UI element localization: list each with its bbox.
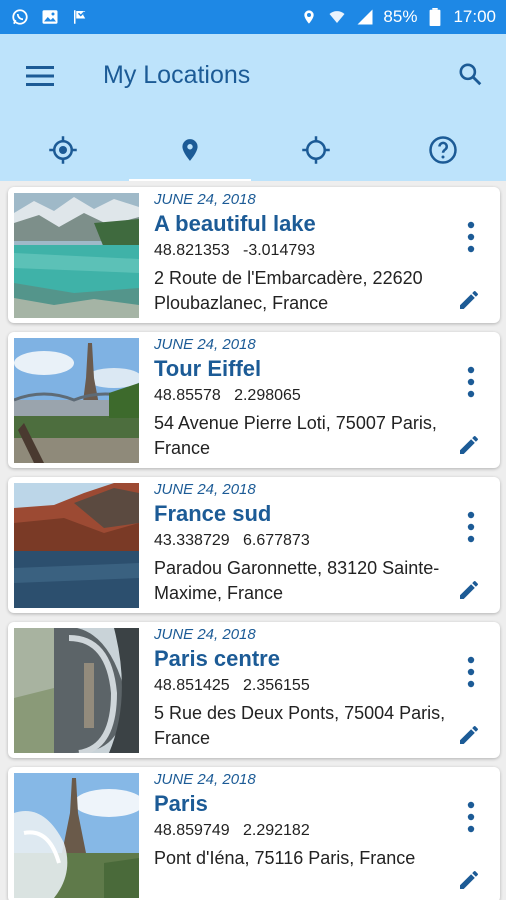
longitude: 2.292182 <box>242 822 310 839</box>
location-icon <box>299 7 319 27</box>
more-vert-icon <box>467 801 475 833</box>
longitude: 2.298065 <box>234 387 301 404</box>
latitude: 43.338729 <box>154 532 230 549</box>
more-vert-icon <box>467 656 475 688</box>
location-date: JUNE 24, 2018 <box>154 336 256 353</box>
edit-button[interactable] <box>454 285 484 315</box>
longitude: 2.356155 <box>242 677 310 694</box>
location-coordinates: 48.851425 2.356155 <box>154 675 454 697</box>
location-list: JUNE 24, 2018 A beautiful lake 48.821353… <box>8 187 500 900</box>
more-vert-icon <box>467 511 475 543</box>
location-photo <box>14 483 139 608</box>
location-photo <box>14 773 139 898</box>
more-options-button[interactable] <box>456 652 486 692</box>
latitude: 48.859749 <box>154 822 230 839</box>
pencil-icon <box>460 436 478 454</box>
pencil-icon <box>460 291 478 309</box>
edit-button[interactable] <box>454 865 484 895</box>
location-date: JUNE 24, 2018 <box>154 626 256 643</box>
battery-percent: 85% <box>383 7 418 26</box>
location-date: JUNE 24, 2018 <box>154 771 256 788</box>
edit-button[interactable] <box>454 720 484 750</box>
menu-icon <box>26 66 54 86</box>
more-options-button[interactable] <box>456 217 486 257</box>
tab-places[interactable] <box>127 118 254 181</box>
latitude: 48.821353 <box>154 242 230 259</box>
location-name: A beautiful lake <box>154 211 316 236</box>
gallery-icon <box>40 7 60 27</box>
wifi-icon <box>327 7 347 27</box>
menu-button[interactable] <box>22 58 58 94</box>
search-icon <box>459 63 482 86</box>
pencil-icon <box>460 871 478 889</box>
pencil-icon <box>460 726 478 744</box>
whatsapp-icon <box>10 7 30 27</box>
location-coordinates: 48.85578 2.298065 <box>154 385 454 407</box>
my-location-icon <box>49 135 77 164</box>
location-name: France sud <box>154 501 272 526</box>
clock: 17:00 <box>453 7 496 26</box>
signal-icon <box>355 7 375 27</box>
crosshair-icon <box>302 135 330 164</box>
tab-help[interactable] <box>380 118 506 181</box>
location-card[interactable]: JUNE 24, 2018 A beautiful lake 48.821353… <box>8 187 500 323</box>
battery-icon <box>425 7 445 27</box>
flag-icon <box>70 7 90 27</box>
more-options-button[interactable] <box>456 507 486 547</box>
location-coordinates: 43.338729 6.677873 <box>154 530 454 552</box>
location-photo <box>14 338 139 463</box>
longitude: -3.014793 <box>242 242 316 259</box>
location-card[interactable]: JUNE 24, 2018 France sud 43.338729 6.677… <box>8 477 500 613</box>
location-address: Pont d'Iéna, 75116 Paris, France <box>154 848 416 868</box>
location-photo <box>14 193 139 318</box>
app-bar: My Locations <box>0 34 506 181</box>
location-date: JUNE 24, 2018 <box>154 191 256 208</box>
page-title: My Locations <box>103 61 251 89</box>
latitude: 48.85578 <box>154 387 221 404</box>
location-coordinates: 48.821353 -3.014793 <box>154 240 454 262</box>
more-options-button[interactable] <box>456 362 486 402</box>
more-options-button[interactable] <box>456 797 486 837</box>
location-card[interactable]: JUNE 24, 2018 Paris 48.859749 2.292182 P… <box>8 767 500 900</box>
location-coordinates: 48.859749 2.292182 <box>154 820 454 842</box>
help-icon <box>429 135 457 164</box>
more-vert-icon <box>467 221 475 253</box>
location-address: 5 Rue des Deux Ponts, 75004 Paris, Franc… <box>154 703 446 748</box>
location-name: Paris centre <box>154 646 280 671</box>
edit-button[interactable] <box>454 430 484 460</box>
location-name: Paris <box>154 791 208 816</box>
location-address: 2 Route de l'Embarcadère, 22620 Ploubazl… <box>154 268 423 313</box>
search-button[interactable] <box>452 56 488 92</box>
location-card[interactable]: JUNE 24, 2018 Tour Eiffel 48.85578 2.298… <box>8 332 500 468</box>
place-pin-icon <box>182 138 198 161</box>
location-photo <box>14 628 139 753</box>
location-address: 54 Avenue Pierre Loti, 75007 Paris, Fran… <box>154 413 437 458</box>
location-address: Paradou Garonnette, 83120 Sainte-Maxime,… <box>154 558 440 603</box>
location-name: Tour Eiffel <box>154 356 262 381</box>
location-card[interactable]: JUNE 24, 2018 Paris centre 48.851425 2.3… <box>8 622 500 758</box>
latitude: 48.851425 <box>154 677 230 694</box>
tab-my-location[interactable] <box>0 118 127 181</box>
longitude: 6.677873 <box>242 532 310 549</box>
edit-button[interactable] <box>454 575 484 605</box>
tab-crosshair[interactable] <box>253 118 380 181</box>
location-date: JUNE 24, 2018 <box>154 481 256 498</box>
more-vert-icon <box>467 366 475 398</box>
status-bar: 85% 17:00 <box>0 0 506 34</box>
tab-bar <box>0 118 506 181</box>
pencil-icon <box>460 581 478 599</box>
